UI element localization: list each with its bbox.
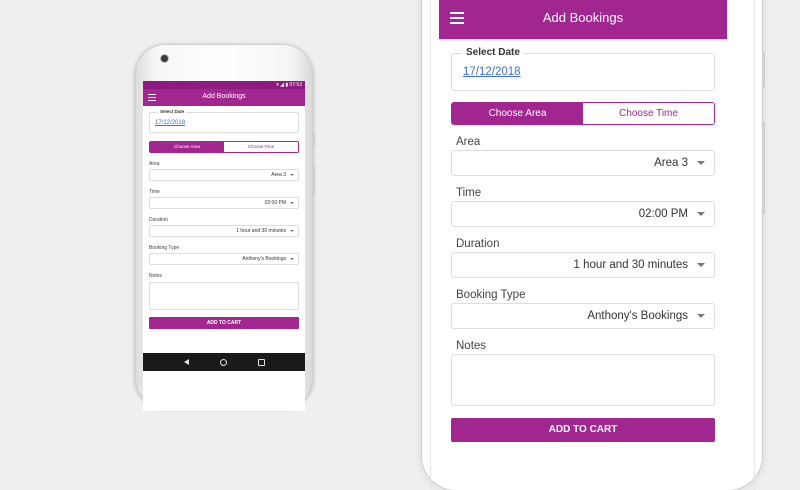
duration-select[interactable]: 1 hour and 30 minutes xyxy=(149,225,299,237)
time-value: 02:00 PM xyxy=(264,200,286,206)
app-screen-small: ▾ ◢ ▮ 07:53 Add Bookings Select Date 17/… xyxy=(143,81,305,411)
duration-value: 1 hour and 30 minutes xyxy=(236,228,286,234)
phone-side-button xyxy=(762,52,765,88)
area-time-toggle: Choose Area Choose Time xyxy=(149,141,299,153)
choose-time-button[interactable]: Choose Time xyxy=(224,142,298,152)
duration-label: Duration xyxy=(149,217,168,223)
app-bar: Add Bookings xyxy=(143,89,305,106)
date-picker[interactable]: Select Date 17/12/2018 xyxy=(149,109,299,133)
time-label: Time xyxy=(456,187,482,199)
area-label: Area xyxy=(456,136,481,148)
date-value[interactable]: 17/12/2018 xyxy=(463,66,521,78)
phone-side-button xyxy=(313,132,315,150)
app-title: Add Bookings xyxy=(202,93,246,100)
booking-type-value: Anthony's Bookings xyxy=(587,310,688,322)
choose-time-button[interactable]: Choose Time xyxy=(583,103,714,124)
app-bar: Add Bookings xyxy=(439,0,727,39)
home-icon[interactable] xyxy=(219,358,227,366)
dropdown-arrow-icon xyxy=(697,212,705,216)
time-select[interactable]: 02:00 PM xyxy=(451,201,715,227)
add-to-cart-button[interactable]: ADD TO CART xyxy=(149,317,299,329)
phone-mockup-small: ▾ ◢ ▮ 07:53 Add Bookings Select Date 17/… xyxy=(135,44,315,411)
notes-label: Notes xyxy=(456,340,487,352)
duration-select[interactable]: 1 hour and 30 minutes xyxy=(451,252,715,278)
area-select[interactable]: Area 3 xyxy=(451,150,715,176)
front-camera xyxy=(161,55,168,62)
phone-edge-line xyxy=(430,0,431,490)
area-time-toggle: Choose Area Choose Time xyxy=(451,102,715,125)
date-label: Select Date xyxy=(462,47,524,58)
phone-side-button xyxy=(313,162,315,196)
date-value[interactable]: 17/12/2018 xyxy=(155,120,185,126)
area-select[interactable]: Area 3 xyxy=(149,169,299,181)
notes-label: Notes xyxy=(149,273,163,279)
booking-type-select[interactable]: Anthony's Bookings xyxy=(149,253,299,265)
time-select[interactable]: 02:00 PM xyxy=(149,197,299,209)
dropdown-arrow-icon xyxy=(290,202,294,204)
phone-side-button xyxy=(762,122,765,214)
back-icon[interactable] xyxy=(183,359,189,365)
status-time: 07:53 xyxy=(289,82,302,88)
date-picker[interactable]: Select Date 17/12/2018 xyxy=(451,47,715,91)
app-title: Add Bookings xyxy=(542,10,624,25)
date-label: Select Date xyxy=(158,109,187,114)
dropdown-arrow-icon xyxy=(290,230,294,232)
add-to-cart-button[interactable]: ADD TO CART xyxy=(451,418,715,442)
phone-edge-line xyxy=(754,0,755,490)
booking-form: Select Date 17/12/2018 Choose Area Choos… xyxy=(143,106,305,333)
status-bar: ▾ ◢ ▮ 07:53 xyxy=(143,81,305,89)
dropdown-arrow-icon xyxy=(697,161,705,165)
booking-type-value: Anthony's Bookings xyxy=(242,256,286,262)
area-value: Area 3 xyxy=(654,157,688,169)
notes-textarea[interactable] xyxy=(149,282,299,310)
dropdown-arrow-icon xyxy=(290,258,294,260)
dropdown-arrow-icon xyxy=(290,174,294,176)
booking-form: Select Date 17/12/2018 Choose Area Choos… xyxy=(439,47,727,442)
choose-area-button[interactable]: Choose Area xyxy=(452,103,583,124)
notes-textarea[interactable] xyxy=(451,354,715,406)
time-label: Time xyxy=(149,189,160,195)
area-label: Area xyxy=(149,161,160,167)
dropdown-arrow-icon xyxy=(697,263,705,267)
booking-type-label: Booking Type xyxy=(456,289,526,301)
area-value: Area 3 xyxy=(271,172,286,178)
time-value: 02:00 PM xyxy=(638,208,688,220)
recents-icon[interactable] xyxy=(257,358,265,366)
booking-type-select[interactable]: Anthony's Bookings xyxy=(451,303,715,329)
android-nav-bar xyxy=(143,353,305,371)
duration-label: Duration xyxy=(456,238,500,250)
duration-value: 1 hour and 30 minutes xyxy=(573,259,688,271)
app-screen-zoomed: Add Bookings Select Date 17/12/2018 Choo… xyxy=(439,0,727,450)
choose-area-button[interactable]: Choose Area xyxy=(150,142,224,152)
dropdown-arrow-icon xyxy=(697,314,705,318)
booking-type-label: Booking Type xyxy=(149,245,180,251)
